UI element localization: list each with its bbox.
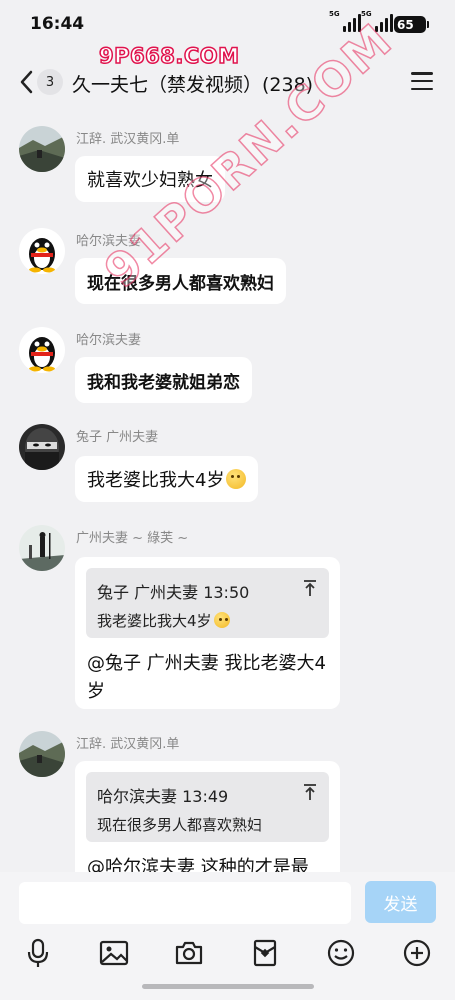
chevron-left-icon: [20, 70, 33, 94]
message-input[interactable]: [19, 882, 351, 924]
sender-name: 江辞. 武汉黄冈.单: [76, 132, 180, 147]
back-button[interactable]: [14, 67, 38, 97]
message-bubble[interactable]: 我和我老婆就姐弟恋: [75, 357, 252, 403]
quoted-message[interactable]: 兔子 广州夫妻 13:50 我老婆比我大4岁: [86, 568, 329, 638]
menu-icon[interactable]: [411, 72, 433, 90]
send-button[interactable]: 发送: [365, 881, 436, 923]
quote-text: 现在很多男人都喜欢熟妇: [97, 816, 263, 834]
emoji-icon[interactable]: [324, 936, 358, 970]
camera-icon[interactable]: [172, 936, 206, 970]
image-icon[interactable]: [97, 936, 131, 970]
plus-icon[interactable]: [400, 936, 434, 970]
silhouette-avatar[interactable]: [19, 525, 65, 571]
landscape-avatar[interactable]: [19, 731, 65, 777]
quote-time: 13:49: [182, 787, 229, 806]
sender-name: 兔子 广州夫妻: [76, 430, 159, 445]
landscape-avatar[interactable]: [19, 126, 65, 172]
quote-text: 我老婆比我大4岁: [97, 612, 212, 630]
message-bubble[interactable]: 我老婆比我大4岁: [75, 456, 259, 502]
jump-to-message-icon[interactable]: [302, 782, 318, 802]
sender-name: 广州夫妻 ~ 綠芙 ~: [76, 531, 189, 546]
unread-count-badge[interactable]: 3: [37, 69, 63, 95]
reply-text: @兔子 广州夫妻 我比老婆大4岁: [87, 653, 326, 702]
penguin-avatar[interactable]: [19, 228, 65, 274]
microphone-icon[interactable]: [21, 936, 55, 970]
clock: 16:44: [30, 14, 85, 34]
watermark-logo: 9P668.COM: [98, 43, 240, 69]
sender-name: 江辞. 武汉黄冈.单: [76, 737, 180, 752]
jump-to-message-icon[interactable]: [302, 578, 318, 598]
battery-icon: 65: [394, 16, 429, 33]
thinking-emoji-icon: [226, 469, 247, 489]
thinking-emoji-icon: [213, 612, 230, 628]
quoted-message[interactable]: 哈尔滨夫妻 13:49 现在很多男人都喜欢熟妇: [86, 772, 329, 842]
quote-author: 兔子 广州夫妻: [97, 583, 199, 602]
reply-bubble[interactable]: 兔子 广州夫妻 13:50 我老婆比我大4岁 @兔子 广州夫妻 我比老婆大4岁: [75, 557, 340, 709]
composer: 发送: [0, 872, 455, 1000]
home-indicator[interactable]: [142, 984, 314, 989]
red-packet-icon[interactable]: [248, 936, 282, 970]
quote-author: 哈尔滨夫妻: [97, 787, 178, 806]
penguin-avatar[interactable]: [19, 327, 65, 373]
sender-name: 哈尔滨夫妻: [76, 333, 142, 348]
ninja-avatar[interactable]: [19, 424, 65, 470]
quote-time: 13:50: [203, 583, 250, 602]
